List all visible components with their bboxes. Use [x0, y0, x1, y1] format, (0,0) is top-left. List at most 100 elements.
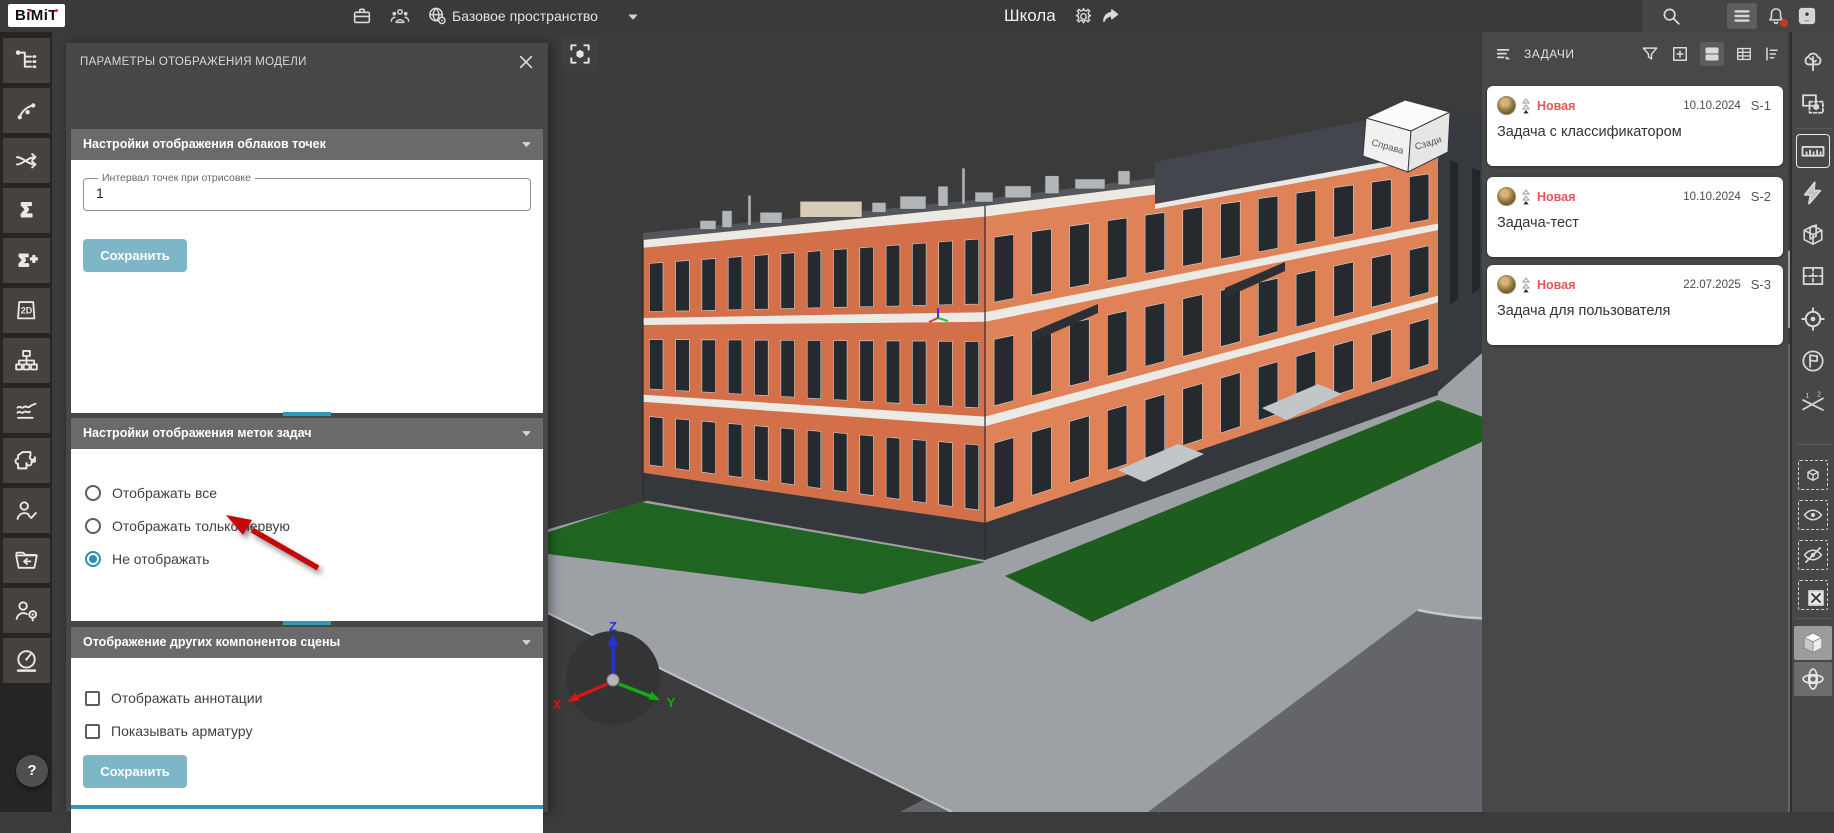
panel-bottom-accent — [71, 805, 543, 809]
left-toolbar-gauge-dashboard[interactable] — [3, 638, 50, 683]
task-date: 22.07.2025 — [1683, 279, 1741, 291]
view-cube-icon — [1799, 629, 1827, 657]
left-toolbar-plugins-puzzle[interactable] — [3, 438, 50, 483]
right-toolbar-point-cloud-tree[interactable] — [1796, 44, 1830, 78]
sheet-2d-icon — [13, 297, 40, 324]
right-toolbar-hide-eye-off[interactable] — [1798, 540, 1828, 570]
close-icon[interactable] — [516, 52, 536, 72]
right-toolbar-view-cube[interactable] — [1794, 626, 1832, 660]
right-toolbar-ruler-measure[interactable] — [1796, 134, 1830, 168]
display-parameters-panel: ПАРАМЕТРЫ ОТОБРАЖЕНИЯ МОДЕЛИ Настройки о… — [66, 43, 548, 812]
section-divider-handle[interactable] — [283, 621, 331, 625]
show-eye-icon — [1801, 503, 1825, 527]
left-toolbar-folder-export[interactable] — [3, 538, 50, 583]
ruler-measure-icon — [1799, 137, 1827, 165]
help-button[interactable]: ? — [16, 755, 48, 787]
left-toolbar-model-tree[interactable] — [3, 38, 50, 83]
share-forward-icon — [1100, 6, 1121, 27]
flag-point-icon — [1799, 347, 1827, 375]
radio-icon — [85, 485, 101, 501]
input-label: Интервал точек при отрисовке — [98, 172, 255, 184]
topbar-account-user-button[interactable] — [1794, 4, 1820, 28]
priority-icon — [1521, 277, 1531, 293]
left-toolbar-user-location[interactable] — [3, 588, 50, 633]
right-toolbar-clash-flash[interactable] — [1796, 176, 1830, 210]
right-toolbar-show-eye[interactable] — [1798, 500, 1828, 530]
left-toolbar-sum-sigma[interactable] — [3, 188, 50, 233]
radio-option[interactable]: Отображать все — [85, 481, 543, 505]
right-toolbar-locate-target[interactable] — [1796, 302, 1830, 336]
checkbox-option[interactable]: Отображать аннотации — [85, 686, 543, 710]
app-logo[interactable]: BiMiT — [8, 4, 65, 27]
radio-option[interactable]: Не отображать — [85, 547, 543, 571]
checkbox-option[interactable]: Показывать арматуру — [85, 719, 543, 743]
workspace-selector[interactable]: Базовое пространство — [452, 8, 598, 24]
team-icon — [389, 5, 411, 27]
right-toolbar-select-overlap[interactable] — [1796, 87, 1830, 121]
right-toolbar-flag-point[interactable] — [1796, 344, 1830, 378]
radio-icon — [85, 551, 101, 567]
chevron-down-icon[interactable] — [626, 10, 640, 24]
topbar-workspace-globe-button[interactable] — [424, 4, 450, 28]
left-toolbar-graphs-lines[interactable] — [3, 388, 50, 433]
left-toolbar-user-check[interactable] — [3, 488, 50, 533]
panel-title: ПАРАМЕТРЫ ОТОБРАЖЕНИЯ МОДЕЛИ — [80, 56, 307, 68]
save-button[interactable]: Сохранить — [83, 239, 187, 272]
avatar — [1497, 96, 1516, 115]
tasks-view-tree-button[interactable] — [1760, 42, 1784, 66]
geometry-nodes-icon — [13, 97, 40, 124]
right-toolbar-measure-axes[interactable] — [1796, 386, 1830, 420]
gauge-dashboard-icon — [13, 647, 40, 674]
clash-flash-icon — [1799, 179, 1827, 207]
left-toolbar-clash-shuffle[interactable] — [3, 138, 50, 183]
settings-gear-icon — [1073, 6, 1094, 27]
right-toolbar-orbit-mode[interactable] — [1794, 662, 1832, 696]
task-card[interactable]: Новая 10.10.2024 S-2 Задача-тест — [1487, 177, 1783, 257]
focus-model-button[interactable] — [563, 37, 597, 71]
right-toolbar-section-box[interactable] — [1796, 218, 1830, 252]
right-toolbar-clear-selection-x[interactable] — [1798, 580, 1828, 610]
tasks-add-task-button[interactable] — [1668, 42, 1692, 66]
tasks-view-cards-button[interactable] — [1700, 42, 1724, 66]
wall-window — [1450, 160, 1458, 305]
top-bar: BiMiT Базовое пространство Школа — [0, 0, 1834, 32]
task-card[interactable]: Новая 22.07.2025 S-3 Задача для пользова… — [1487, 265, 1783, 345]
tasks-panel: ЗАДАЧИ Новая 10.10.2024 S-1 Задача с кла… — [1482, 32, 1788, 812]
view-tree-icon — [1762, 44, 1782, 64]
section-divider-handle[interactable] — [283, 412, 331, 416]
avatar — [1497, 187, 1516, 206]
topbar-search-button[interactable] — [1658, 4, 1684, 28]
topbar-share-forward-button[interactable] — [1097, 4, 1123, 28]
right-toolbar-floor-plan[interactable] — [1796, 259, 1830, 293]
left-toolbar-structure-chart[interactable] — [3, 338, 50, 383]
section-header-other-components[interactable]: Отображение других компонентов сцены — [71, 627, 543, 658]
topbar-notifications-bell-button[interactable] — [1763, 4, 1789, 28]
model-tree-icon — [13, 47, 40, 74]
task-status: Новая — [1537, 190, 1575, 204]
briefcase-icon — [351, 5, 373, 27]
left-toolbar-sum-sigma-plus[interactable] — [3, 238, 50, 283]
topbar-settings-gear-button[interactable] — [1070, 4, 1096, 28]
task-id: S-3 — [1751, 277, 1771, 292]
floor-plan-icon — [1799, 262, 1827, 290]
clash-shuffle-icon — [13, 147, 40, 174]
topbar-team-button[interactable] — [387, 4, 413, 28]
topbar-briefcase-button[interactable] — [349, 4, 375, 28]
tasks-filter-funnel-button[interactable] — [1638, 42, 1662, 66]
focus-frame-icon — [567, 41, 593, 67]
section-header-task-marks[interactable]: Настройки отображения меток задач — [71, 418, 543, 449]
point-interval-input[interactable] — [94, 184, 503, 202]
save-button[interactable]: Сохранить — [83, 755, 187, 788]
radio-option[interactable]: Отображать только первую — [85, 514, 543, 538]
tasks-view-table-button[interactable] — [1732, 42, 1756, 66]
section-header-point-clouds[interactable]: Настройки отображения облаков точек — [71, 129, 543, 160]
right-toolbar-isolate-cube[interactable] — [1798, 460, 1828, 490]
priority-icon — [1521, 98, 1531, 114]
axis-label-y: Y — [667, 695, 676, 710]
task-card[interactable]: Новая 10.10.2024 S-1 Задача с классифика… — [1487, 86, 1783, 166]
tasks-sort-menu-button[interactable] — [1492, 42, 1516, 66]
left-toolbar-geometry-nodes[interactable] — [3, 88, 50, 133]
structure-chart-icon — [13, 347, 40, 374]
topbar-panel-list-button[interactable] — [1727, 3, 1757, 29]
left-toolbar-sheet-2d[interactable] — [3, 288, 50, 333]
